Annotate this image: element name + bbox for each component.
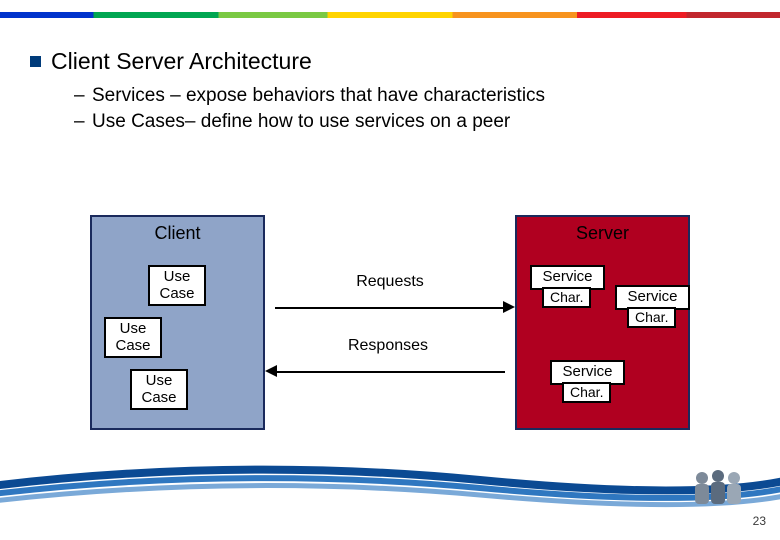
requests-label: Requests [330,273,450,291]
sub-bullet-text: Services – expose behaviors that have ch… [92,85,545,106]
service-box: Service [550,360,625,385]
characteristic-badge: Char. [542,287,591,308]
sub-bullet-item: –Use Cases– define how to use services o… [74,109,730,135]
client-box-title: Client [92,223,263,244]
use-case-box: Use Case [104,317,162,358]
slide-heading: Client Server Architecture [51,48,312,75]
slide-body: Client Server Architecture –Services – e… [30,48,730,134]
sub-bullet-item: –Services – expose behaviors that have c… [74,83,730,109]
rainbow-divider [0,12,780,18]
service-box: Service [615,285,690,310]
service-box: Service [530,265,605,290]
architecture-diagram: Client Server Use Case Use Case Use Case… [90,215,690,445]
server-box-title: Server [517,223,688,244]
characteristic-badge: Char. [627,307,676,328]
arrowhead-right-icon [503,301,515,313]
responses-label: Responses [328,337,448,355]
swoosh-graphic [0,450,780,510]
use-case-box: Use Case [130,369,188,410]
people-icon [690,468,746,510]
use-case-box: Use Case [148,265,206,306]
square-bullet-icon [30,56,41,67]
sub-bullet-list: –Services – expose behaviors that have c… [74,83,730,134]
response-arrow [275,371,505,373]
arrowhead-left-icon [265,365,277,377]
sub-bullet-text: Use Cases– define how to use services on… [92,111,510,132]
request-arrow [275,307,505,309]
heading-row: Client Server Architecture [30,48,730,75]
characteristic-badge: Char. [562,382,611,403]
page-number: 23 [753,514,766,528]
